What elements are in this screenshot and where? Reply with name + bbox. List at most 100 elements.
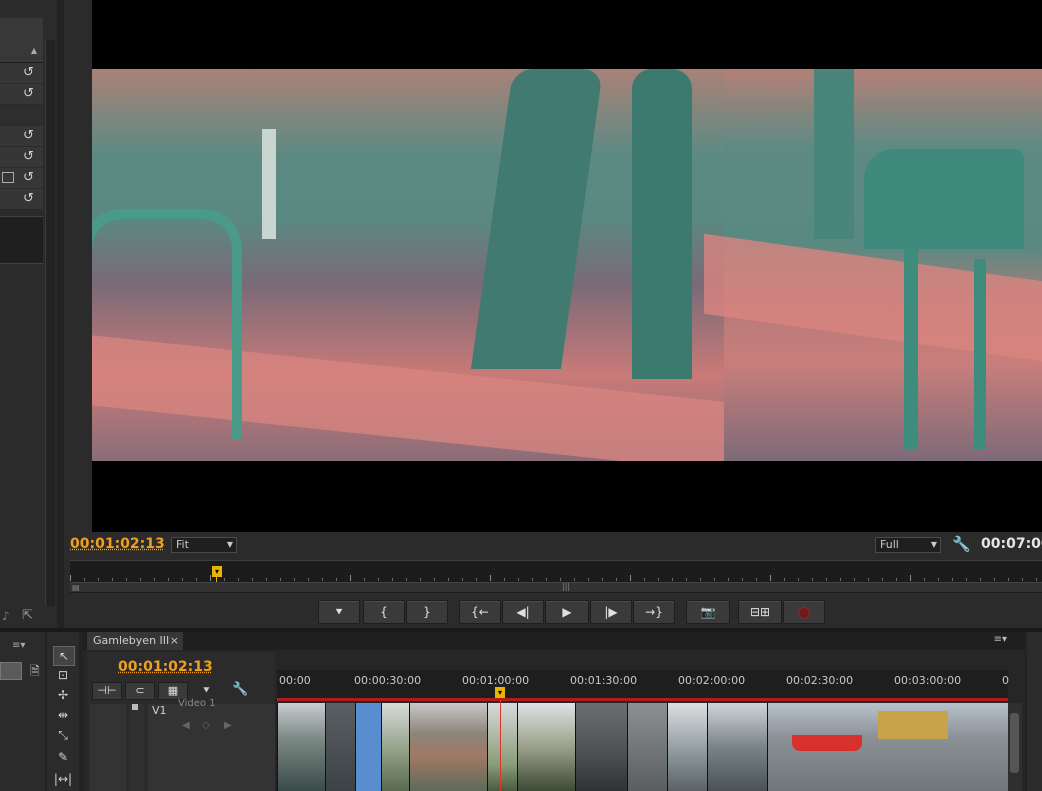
- track-label[interactable]: V1: [152, 704, 167, 717]
- zoom-scrollbar[interactable]: ▤ |||: [70, 582, 1042, 592]
- timeline-settings-wrench-icon[interactable]: 🔧: [232, 682, 248, 697]
- comparison-view-button[interactable]: ⊟⊞: [738, 600, 782, 624]
- ruler-tick: [560, 578, 561, 581]
- razor-tool-icon[interactable]: ✎: [53, 748, 73, 766]
- clip-thumbnail[interactable]: [381, 703, 410, 791]
- clip-thumbnail[interactable]: [627, 703, 668, 791]
- track-header-v1: V1 Video 1 ◀ ◇ ▶: [148, 698, 275, 791]
- ruler-tick: [602, 578, 603, 581]
- current-timecode[interactable]: 00:01:02:13: [70, 536, 165, 552]
- scroll-grip-icon[interactable]: |||: [562, 582, 570, 591]
- step-forward-button[interactable]: |▶: [590, 600, 632, 624]
- reset-icon[interactable]: ↺: [23, 87, 37, 101]
- clip-thumbnail[interactable]: [707, 703, 768, 791]
- go-to-in-button[interactable]: {←: [459, 600, 501, 624]
- reset-icon[interactable]: ↺: [23, 129, 37, 143]
- playback-resolution-select[interactable]: Full ▼: [875, 537, 941, 553]
- clip-thumbnail[interactable]: [575, 703, 628, 791]
- tree-trunk: [470, 69, 604, 369]
- slip-tool-icon[interactable]: |↔|: [53, 770, 73, 788]
- video-frame: [92, 69, 1042, 461]
- record-icon: [798, 606, 810, 619]
- wrench-icon[interactable]: 🔧: [952, 535, 971, 553]
- ruler-tick: [252, 578, 253, 581]
- vertical-scrollbar[interactable]: [45, 40, 55, 606]
- bin-icon[interactable]: 🗎: [30, 662, 40, 683]
- ruler-tick: [308, 578, 309, 581]
- reset-icon[interactable]: ↺: [23, 192, 37, 206]
- step-back-button[interactable]: ◀|: [502, 600, 544, 624]
- effect-row: ↺: [0, 147, 43, 168]
- ruler-tick: [630, 575, 631, 581]
- rate-stretch-tool-icon[interactable]: ⤡: [53, 726, 73, 744]
- selection-tool-icon[interactable]: ↖: [53, 646, 75, 666]
- search-field[interactable]: [0, 662, 22, 680]
- scroll-handle-left[interactable]: ▤: [72, 583, 80, 592]
- music-note-icon[interactable]: ♪: [2, 609, 10, 623]
- timeline-vertical-scrollbar[interactable]: [1008, 703, 1022, 791]
- scroll-thumb[interactable]: [1010, 713, 1019, 773]
- ruler-tick: [896, 578, 897, 581]
- zoom-level-value: Fit: [176, 538, 189, 551]
- panel-menu-icon[interactable]: ≡▾: [12, 640, 25, 651]
- export-frame-button[interactable]: 📷: [686, 600, 730, 624]
- track-name: Video 1: [178, 698, 216, 709]
- panel-menu-icon[interactable]: ≡▾: [994, 634, 1007, 645]
- zoom-level-select[interactable]: Fit ▼: [171, 537, 237, 553]
- export-icon[interactable]: ⇱: [22, 608, 33, 623]
- clip-thumbnail[interactable]: [517, 703, 576, 791]
- close-icon[interactable]: ×: [170, 632, 179, 650]
- tab-label: Gamlebyen III: [93, 634, 170, 647]
- effect-row: [0, 105, 43, 126]
- rolling-edit-tool-icon[interactable]: ⇹: [53, 706, 73, 724]
- clip-thumbnail[interactable]: [277, 703, 326, 791]
- compare-icon: ⊟⊞: [749, 605, 771, 619]
- link-icon: ⊂: [135, 684, 145, 697]
- lock-icon[interactable]: [132, 704, 138, 710]
- timeline-timecode[interactable]: 00:01:02:13: [118, 659, 213, 675]
- collapse-up-icon[interactable]: ▲: [31, 46, 37, 55]
- clip-selected[interactable]: [355, 703, 382, 791]
- clip-thumbnail[interactable]: [487, 703, 518, 791]
- ripple-edit-tool-icon[interactable]: ✢: [53, 686, 73, 704]
- timeline-ruler[interactable]: 00:00 00:00:30:00 00:01:00:00 00:01:30:0…: [277, 670, 1009, 700]
- playhead-marker[interactable]: ▾: [212, 566, 222, 577]
- effect-graph-area: [0, 216, 43, 264]
- keyframe-panel-icon[interactable]: [2, 172, 14, 183]
- track-select-tool-icon[interactable]: ⊡: [53, 666, 73, 684]
- ruler-tick: [98, 578, 99, 581]
- ruler-tick: [84, 578, 85, 581]
- reset-icon[interactable]: ↺: [23, 171, 37, 185]
- tab-sequence[interactable]: Gamlebyen III ×: [87, 632, 183, 650]
- snap-button[interactable]: ⊣⊢: [92, 682, 122, 700]
- keyframe-add-icon[interactable]: ◇: [202, 720, 210, 731]
- clip-thumbnail[interactable]: [409, 703, 488, 791]
- ruler-tick: [966, 578, 967, 581]
- ruler-tick: [742, 578, 743, 581]
- keyframe-prev-icon[interactable]: ◀: [182, 720, 190, 731]
- clip-thumbnail[interactable]: [325, 703, 356, 791]
- reset-icon[interactable]: ↺: [23, 150, 37, 164]
- marker-icon[interactable]: ⯆: [202, 684, 211, 698]
- ruler-tick: [532, 578, 533, 581]
- track-source-patch[interactable]: [90, 704, 126, 791]
- effect-row: ↺: [0, 168, 43, 189]
- reset-icon[interactable]: ↺: [23, 66, 37, 80]
- clip-thumbnail[interactable]: [767, 703, 1008, 791]
- timeline-playhead-marker[interactable]: ▾: [495, 687, 505, 698]
- keyframe-next-icon[interactable]: ▶: [224, 720, 232, 731]
- go-to-out-button[interactable]: →}: [633, 600, 675, 624]
- work-area-bar[interactable]: [277, 698, 1008, 701]
- dropdown-arrow-icon: ▼: [226, 540, 233, 549]
- audio-meter-panel: [1027, 632, 1042, 791]
- clip-thumbnail[interactable]: [667, 703, 708, 791]
- mark-out-button[interactable]: }: [406, 600, 448, 624]
- ruler-tick: [574, 578, 575, 581]
- play-button[interactable]: ▶: [545, 600, 589, 624]
- mark-in-button[interactable]: {: [363, 600, 405, 624]
- ruler-tick: [616, 578, 617, 581]
- ruler-label: 00:02:30:00: [786, 674, 854, 687]
- add-marker-button[interactable]: ⯆: [318, 600, 360, 624]
- linked-selection-button[interactable]: ⊂: [125, 682, 155, 700]
- record-button[interactable]: [783, 600, 825, 624]
